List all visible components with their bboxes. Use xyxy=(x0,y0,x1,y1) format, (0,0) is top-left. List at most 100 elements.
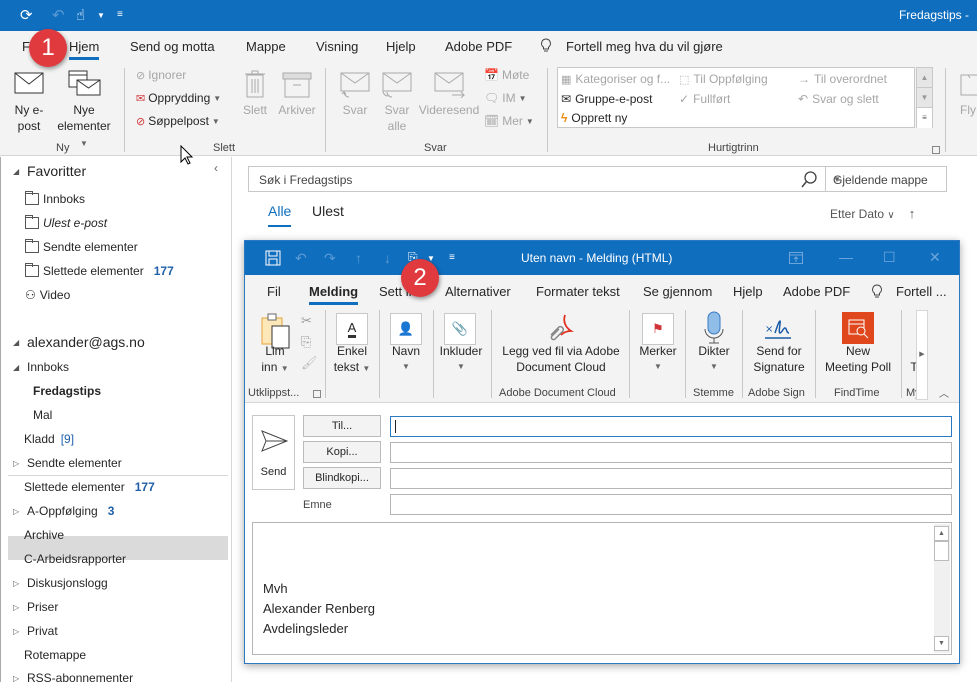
favorite-item-ulest[interactable]: Ulest e-post xyxy=(25,215,107,230)
ignore-button[interactable]: ⊘ Ignorer xyxy=(136,68,186,82)
tab-visning[interactable]: Visning xyxy=(316,39,358,54)
bcc-button[interactable]: Blindkopi... xyxy=(303,467,381,489)
folder-item-privat[interactable]: ▷ Privat xyxy=(13,624,58,638)
folder-item-fredagstips[interactable]: Fredagstips xyxy=(33,384,101,398)
move-button[interactable]: Fly xyxy=(960,102,977,118)
folder-item-rss[interactable]: ▷ RSS-abonnementer xyxy=(13,671,133,682)
ribbon-display-options-icon[interactable] xyxy=(789,252,803,264)
cc-field[interactable] xyxy=(390,442,952,463)
send-button[interactable]: Send xyxy=(252,415,295,490)
folder-item-rotemappe[interactable]: Rotemappe xyxy=(24,648,86,662)
previous-item-icon[interactable]: ↑ xyxy=(355,250,362,266)
tab-hjelp[interactable]: Hjelp xyxy=(733,284,763,299)
cc-button[interactable]: Kopi... xyxy=(303,441,381,463)
format-painter-icon[interactable]: 🖌 xyxy=(301,355,318,371)
im-button[interactable]: 🗨 IM ▼ xyxy=(484,91,527,105)
tab-se-gjennom[interactable]: Se gjennom xyxy=(643,284,712,299)
clipboard-dialog-launcher[interactable] xyxy=(313,390,321,398)
scroll-up-icon[interactable]: ▲ xyxy=(917,68,932,88)
folder-item-slettede[interactable]: Slettede elementer 177 xyxy=(24,480,155,494)
folder-item-archive[interactable]: Archive xyxy=(24,528,64,542)
quickstep-categorize[interactable]: ▦ Kategoriser og f... xyxy=(561,72,670,86)
redo-icon[interactable]: ↷ xyxy=(324,250,336,267)
tab-fil[interactable]: Fil xyxy=(267,284,281,299)
scroll-up-icon[interactable]: ▲ xyxy=(934,526,949,541)
folder-item-diskusjonslogg[interactable]: ▷ Diskusjonslogg xyxy=(13,576,108,590)
undo-icon[interactable]: ↶ xyxy=(52,6,65,24)
tell-me-search[interactable]: Fortell ... xyxy=(896,284,947,299)
folder-item-kladd[interactable]: Kladd [9] xyxy=(24,432,74,446)
scroll-thumb[interactable] xyxy=(934,541,949,561)
collapse-pane-icon[interactable]: ‹ xyxy=(214,161,218,175)
search-scope-dropdown[interactable]: Gjeldende mappe ▼ xyxy=(825,166,947,192)
quickstep-followup[interactable]: ⬚ Til Oppfølging xyxy=(679,72,768,86)
body-scrollbar[interactable]: ▲ ▼ xyxy=(934,524,950,653)
cleanup-button[interactable]: ✉ Opprydding ▼ xyxy=(136,91,221,105)
close-icon[interactable]: ✕ xyxy=(929,249,941,266)
tags-button[interactable]: Merker ▼ xyxy=(635,343,681,375)
ribbon-scroll-right-icon[interactable]: ▶ xyxy=(916,310,928,400)
archive-button[interactable]: Arkiver xyxy=(275,102,319,118)
quickstep-reply-delete[interactable]: ↶ Svar og slett xyxy=(798,92,879,106)
meeting-button[interactable]: 📅 Møte xyxy=(484,68,529,82)
to-field[interactable] xyxy=(390,416,952,437)
names-button[interactable]: Navn ▼ xyxy=(385,343,427,375)
touch-mode-icon[interactable]: ☝ xyxy=(76,6,85,24)
save-icon[interactable] xyxy=(265,250,281,266)
collapse-ribbon-icon[interactable]: ︿ xyxy=(939,385,949,400)
paste-button[interactable]: Lim inn ▼ xyxy=(255,343,295,377)
new-email-button[interactable]: Ny e-post xyxy=(8,102,50,134)
message-body[interactable]: Mvh Alexander Renberg Avdelingsleder ▲ ▼ xyxy=(252,522,952,655)
maximize-icon[interactable]: ☐ xyxy=(883,249,896,266)
quicksteps-scrollbar[interactable]: ▲ ▼ ≡ xyxy=(916,67,933,128)
undo-icon[interactable]: ↶ xyxy=(295,250,307,267)
sort-direction-arrow-icon[interactable]: ↑ xyxy=(909,206,916,221)
favorite-item-video[interactable]: ⚇ Video xyxy=(25,288,70,302)
subject-field[interactable] xyxy=(390,494,952,515)
dictate-button[interactable]: Dikter ▼ xyxy=(691,343,737,375)
copy-icon[interactable]: ⎘ xyxy=(301,334,311,350)
to-button[interactable]: Til... xyxy=(303,415,381,437)
filter-all[interactable]: Alle xyxy=(268,203,292,227)
scroll-down-icon[interactable]: ▼ xyxy=(917,88,932,108)
folder-item-c-arbeidsrapporter[interactable]: C-Arbeidsrapporter xyxy=(24,552,126,566)
folder-item-mal[interactable]: Mal xyxy=(33,408,52,422)
folder-item-a-oppfolging[interactable]: ▷ A-Oppfølging 3 xyxy=(13,504,114,518)
tab-adobe-pdf[interactable]: Adobe PDF xyxy=(783,284,850,299)
filter-unread[interactable]: Ulest xyxy=(312,203,344,219)
new-meeting-poll-button[interactable]: New Meeting Poll xyxy=(817,343,899,375)
delete-button[interactable]: Slett xyxy=(236,102,274,118)
quickstep-group-email[interactable]: ✉ Gruppe-e-post xyxy=(561,92,652,106)
minimize-icon[interactable]: — xyxy=(839,249,853,265)
tab-formater-tekst[interactable]: Formater tekst xyxy=(536,284,620,299)
favorite-item-slettede[interactable]: Slettede elementer 177 xyxy=(25,263,174,278)
quicksteps-dialog-launcher[interactable] xyxy=(932,146,940,154)
tab-hjem[interactable]: Hjem xyxy=(69,39,100,60)
folder-item-innboks[interactable]: ◢ Innboks xyxy=(13,360,69,374)
account-header[interactable]: ◢ alexander@ags.no xyxy=(13,334,145,350)
customize-quick-access-icon[interactable]: ≡ xyxy=(449,252,455,263)
tab-alternativer[interactable]: Alternativer xyxy=(445,284,511,299)
favorite-item-sendte[interactable]: Sendte elementer xyxy=(25,239,138,254)
scroll-down-icon[interactable]: ▼ xyxy=(934,636,949,651)
tab-hjelp[interactable]: Hjelp xyxy=(386,39,416,54)
tab-send-og-motta[interactable]: Send og motta xyxy=(130,39,215,54)
tab-melding[interactable]: Melding xyxy=(309,284,359,305)
reply-all-button[interactable]: Svar alle xyxy=(378,102,416,134)
gallery-expand-icon[interactable]: ≡ xyxy=(917,108,932,128)
send-for-signature-button[interactable]: Send for Signature xyxy=(745,343,813,375)
folder-item-sendte[interactable]: ▷ Sendte elementer xyxy=(13,456,122,470)
customize-quick-access-icon[interactable]: ≡ xyxy=(117,9,123,20)
quickstep-create-new[interactable]: ϟ Opprett ny xyxy=(561,111,627,125)
tell-me-search[interactable]: Fortell meg hva du vil gjøre xyxy=(566,39,723,54)
cut-icon[interactable]: ✂ xyxy=(301,313,312,329)
favorites-header[interactable]: ◢ Favoritter xyxy=(13,163,86,179)
bcc-field[interactable] xyxy=(390,468,952,489)
favorite-item-innboks[interactable]: Innboks xyxy=(25,191,85,206)
quickstep-done[interactable]: ✓ Fullført xyxy=(679,92,730,106)
tab-mappe[interactable]: Mappe xyxy=(246,39,286,54)
search-icon[interactable] xyxy=(801,171,817,188)
more-button[interactable]: 🗓 Mer ▼ xyxy=(484,114,534,128)
sort-dropdown[interactable]: Etter Dato ∨ ↑ xyxy=(830,206,915,221)
search-input[interactable]: Søk i Fredagstips xyxy=(248,166,826,192)
